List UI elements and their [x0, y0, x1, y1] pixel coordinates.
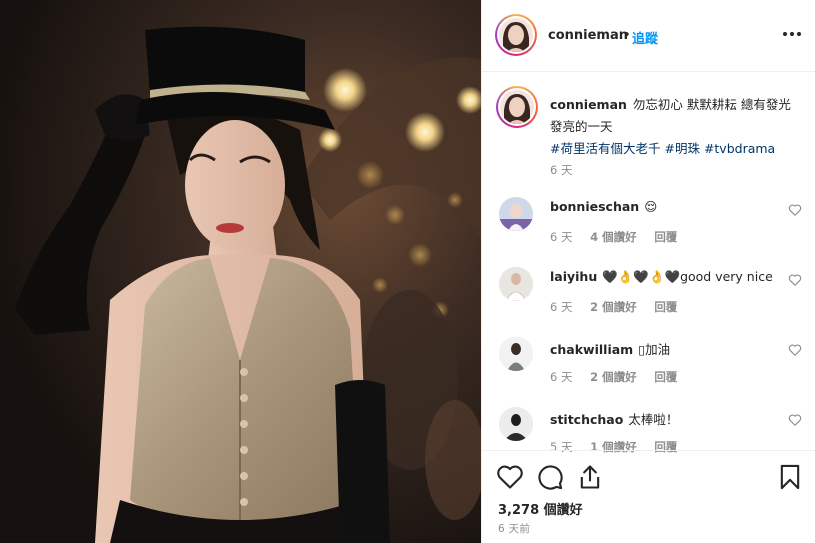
avatar-image [499, 337, 533, 371]
comment-item: chakwilliam ▯加油 6 天 2 個讚好 回覆 [496, 337, 802, 397]
share-upload-icon[interactable] [576, 463, 604, 491]
caption-text-block: connieman 勿忘初心 默默耕耘 總有發光發亮的一天 #荷里活有個大老千 #… [550, 94, 800, 160]
comment-time: 6 天 [550, 230, 573, 244]
comment-time: 6 天 [550, 370, 573, 384]
hashtag-link[interactable]: #荷里活有個大老千 [550, 141, 660, 156]
comment-item: laiyihu 🖤👌🖤👌🖤good very nice 6 天 2 個讚好 回覆 [496, 267, 802, 327]
likes-count[interactable]: 3,278 個讚好 [498, 499, 583, 518]
post-side-panel: connieman • 追蹤 connieman 勿忘初心 默默耕耘 總有發光發亮… [481, 0, 815, 543]
avatar-image [499, 407, 533, 441]
comment-meta: 6 天 4 個讚好 回覆 [550, 229, 691, 245]
comment-avatar[interactable] [499, 197, 533, 231]
heart-outline-icon[interactable] [788, 413, 802, 427]
follow-button[interactable]: 追蹤 [632, 28, 658, 47]
post-photo-image [0, 0, 481, 543]
comment-bubble-icon[interactable] [536, 463, 564, 491]
comment-meta: 6 天 2 個讚好 回覆 [550, 299, 691, 315]
header-separator: • [623, 28, 631, 43]
comment-likes[interactable]: 4 個讚好 [590, 230, 637, 244]
comment-username[interactable]: stitchchao [550, 412, 623, 427]
avatar-image [499, 197, 533, 231]
header-username[interactable]: connieman [548, 28, 628, 43]
comment-meta: 6 天 2 個讚好 回覆 [550, 369, 691, 385]
comment-likes[interactable]: 2 個讚好 [590, 300, 637, 314]
comment-likes[interactable]: 2 個讚好 [590, 370, 637, 384]
post-photo[interactable] [0, 0, 481, 543]
hashtag-link[interactable]: #明珠 [664, 141, 699, 156]
avatar-image [499, 267, 533, 301]
heart-outline-icon[interactable] [788, 203, 802, 217]
post-timestamp: 6 天前 [498, 523, 531, 535]
comment-avatar[interactable] [499, 267, 533, 301]
post-header: connieman • 追蹤 [482, 0, 815, 72]
comment-text: ▯加油 [638, 342, 671, 357]
avatar-image [499, 18, 533, 52]
avatar-image [500, 90, 534, 124]
comment-text-line: stitchchao 太棒啦！ [550, 409, 770, 428]
comment-text: 😌 [644, 199, 658, 214]
comment-avatar[interactable] [499, 407, 533, 441]
comment-username[interactable]: bonnieschan [550, 199, 639, 214]
caption-username[interactable]: connieman [550, 97, 627, 112]
comment-username[interactable]: laiyihu [550, 269, 597, 284]
comment-text-line: bonnieschan 😌 [550, 199, 770, 214]
post-actions-footer: 3,278 個讚好 6 天前 [482, 450, 815, 543]
comment-text: 🖤👌🖤👌🖤good very nice [602, 269, 773, 284]
bookmark-icon[interactable] [776, 463, 804, 491]
reply-button[interactable]: 回覆 [654, 230, 677, 244]
comment-text-line: laiyihu 🖤👌🖤👌🖤good very nice [550, 269, 773, 285]
header-avatar[interactable] [495, 14, 537, 56]
heart-outline-icon[interactable] [496, 463, 524, 491]
reply-button[interactable]: 回覆 [654, 300, 677, 314]
comment-text: 太棒啦！ [628, 412, 679, 427]
hashtag-link[interactable]: #tvbdrama [704, 141, 775, 156]
reply-button[interactable]: 回覆 [654, 370, 677, 384]
more-options-icon[interactable] [782, 24, 802, 44]
comment-avatar[interactable] [499, 337, 533, 371]
comment-text-line: chakwilliam ▯加油 [550, 339, 770, 358]
caption-avatar[interactable] [496, 86, 538, 128]
comment-item: bonnieschan 😌 6 天 4 個讚好 回覆 [496, 197, 802, 257]
heart-outline-icon[interactable] [788, 343, 802, 357]
comment-time: 6 天 [550, 300, 573, 314]
comment-username[interactable]: chakwilliam [550, 342, 633, 357]
caption-timestamp: 6 天 [550, 163, 573, 177]
heart-outline-icon[interactable] [788, 273, 802, 287]
